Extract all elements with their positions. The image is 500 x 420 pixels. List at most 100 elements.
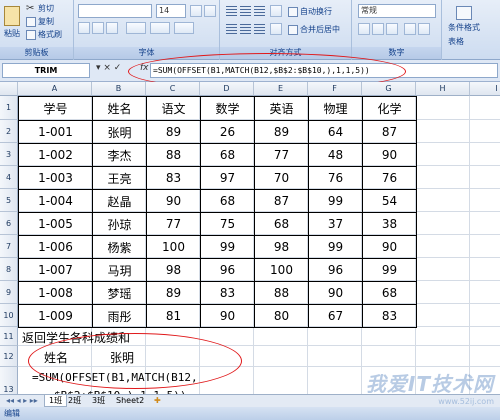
table-cell[interactable]: 83 (362, 304, 417, 328)
merge-center-button[interactable]: 合并后居中 (288, 24, 340, 35)
table-cell[interactable]: 90 (308, 281, 363, 305)
table-cell[interactable]: 张明 (92, 120, 147, 144)
table-cell[interactable]: 1-006 (18, 235, 93, 259)
table-cell[interactable]: 96 (200, 258, 255, 282)
table-cell[interactable]: 54 (362, 189, 417, 213)
column-header-c[interactable]: C (146, 82, 200, 96)
font-color-button[interactable] (174, 22, 194, 34)
table-format-label[interactable]: 表格 (448, 36, 464, 47)
table-cell[interactable]: 64 (308, 120, 363, 144)
fill-color-button[interactable] (150, 22, 170, 34)
row-header-2[interactable]: 2 (0, 120, 18, 143)
grid-cell[interactable] (416, 258, 470, 281)
table-cell[interactable]: 77 (254, 143, 309, 167)
border-button[interactable] (126, 22, 146, 34)
row-header-5[interactable]: 5 (0, 189, 18, 212)
table-cell[interactable]: 孙琼 (92, 212, 147, 236)
table-cell[interactable]: 100 (254, 258, 309, 282)
table-cell[interactable]: 90 (200, 304, 255, 328)
grid-cell[interactable] (362, 346, 416, 367)
grid-cell[interactable] (416, 96, 470, 120)
grid-cell[interactable] (416, 304, 470, 327)
copy-button[interactable]: 复制 (26, 16, 54, 27)
table-cell[interactable]: 90 (146, 189, 201, 213)
column-header-h[interactable]: H (416, 82, 470, 96)
table-cell[interactable]: 38 (362, 212, 417, 236)
table-cell[interactable]: 99 (362, 258, 417, 282)
grid-cell[interactable] (416, 189, 470, 212)
table-cell[interactable]: 90 (362, 235, 417, 259)
italic-button[interactable] (92, 22, 104, 34)
row-header-8[interactable]: 8 (0, 258, 18, 281)
cut-button[interactable]: ✂ 剪切 (26, 3, 54, 14)
table-cell[interactable]: 83 (146, 166, 201, 190)
table-cell[interactable]: 90 (362, 143, 417, 167)
grid-cell[interactable] (254, 367, 308, 394)
grid-cell[interactable] (416, 143, 470, 166)
table-cell[interactable]: 89 (146, 281, 201, 305)
table-cell[interactable]: 88 (254, 281, 309, 305)
align-center-icon[interactable] (240, 24, 251, 34)
row-header-1[interactable]: 1 (0, 96, 18, 120)
table-header-cell[interactable]: 学号 (18, 96, 93, 121)
grid-cell[interactable] (416, 346, 470, 367)
fx-icon[interactable]: fx (140, 63, 149, 73)
table-cell[interactable]: 99 (200, 235, 255, 259)
grid-cell[interactable] (470, 96, 500, 120)
column-header-d[interactable]: D (200, 82, 254, 96)
table-header-cell[interactable]: 数学 (200, 96, 255, 121)
table-cell[interactable]: 76 (308, 166, 363, 190)
cell-a11-text[interactable]: 返回学生各科成绩和 (22, 329, 130, 346)
table-header-cell[interactable]: 英语 (254, 96, 309, 121)
column-header-i[interactable]: I (470, 82, 500, 96)
table-cell[interactable]: 48 (308, 143, 363, 167)
align-left-icon[interactable] (226, 24, 237, 34)
table-header-cell[interactable]: 物理 (308, 96, 363, 121)
name-box[interactable]: TRIM (2, 63, 90, 78)
table-cell[interactable]: 99 (308, 235, 363, 259)
insert-sheet-icon[interactable]: ✚ (150, 395, 165, 407)
row-header-11[interactable]: 11 (0, 327, 18, 346)
grid-cell[interactable] (470, 258, 500, 281)
table-cell[interactable]: 68 (254, 212, 309, 236)
table-cell[interactable]: 100 (146, 235, 201, 259)
grid-cell[interactable] (470, 281, 500, 304)
indent-button[interactable] (270, 23, 282, 35)
row-header-7[interactable]: 7 (0, 235, 18, 258)
table-cell[interactable]: 75 (200, 212, 255, 236)
column-header-g[interactable]: G (362, 82, 416, 96)
grid-cell[interactable] (416, 281, 470, 304)
grid-cell[interactable] (308, 327, 362, 346)
font-name-dropdown[interactable] (78, 4, 152, 18)
grid-cell[interactable] (254, 346, 308, 367)
align-bottom-icon[interactable] (254, 6, 265, 16)
grid-cell[interactable] (470, 143, 500, 166)
table-cell[interactable]: 赵晶 (92, 189, 147, 213)
table-cell[interactable]: 1-005 (18, 212, 93, 236)
table-cell[interactable]: 83 (200, 281, 255, 305)
increase-decimal-button[interactable] (404, 23, 416, 35)
table-cell[interactable]: 1-002 (18, 143, 93, 167)
row-header-13[interactable]: 13 (0, 367, 18, 394)
grid-cell[interactable] (308, 367, 362, 394)
table-cell[interactable]: 李杰 (92, 143, 147, 167)
table-cell[interactable]: 70 (254, 166, 309, 190)
table-cell[interactable]: 1-009 (18, 304, 93, 328)
table-cell[interactable]: 梦瑶 (92, 281, 147, 305)
table-cell[interactable]: 68 (362, 281, 417, 305)
grid-cell[interactable] (470, 120, 500, 143)
comma-button[interactable] (386, 23, 398, 35)
table-cell[interactable]: 99 (308, 189, 363, 213)
table-cell[interactable]: 77 (146, 212, 201, 236)
grow-font-button[interactable] (190, 5, 202, 17)
format-painter-button[interactable]: 格式刷 (26, 29, 62, 40)
cell-a13-formula-line1[interactable]: =SUM(OFFSET(B1,MATCH(B12, (32, 371, 198, 384)
table-cell[interactable]: 雨彤 (92, 304, 147, 328)
table-cell[interactable]: 98 (254, 235, 309, 259)
grid-cell[interactable] (308, 346, 362, 367)
shrink-font-button[interactable] (204, 5, 216, 17)
table-cell[interactable]: 98 (146, 258, 201, 282)
grid-cell[interactable] (200, 367, 254, 394)
table-cell[interactable]: 1-001 (18, 120, 93, 144)
column-header-b[interactable]: B (92, 82, 146, 96)
